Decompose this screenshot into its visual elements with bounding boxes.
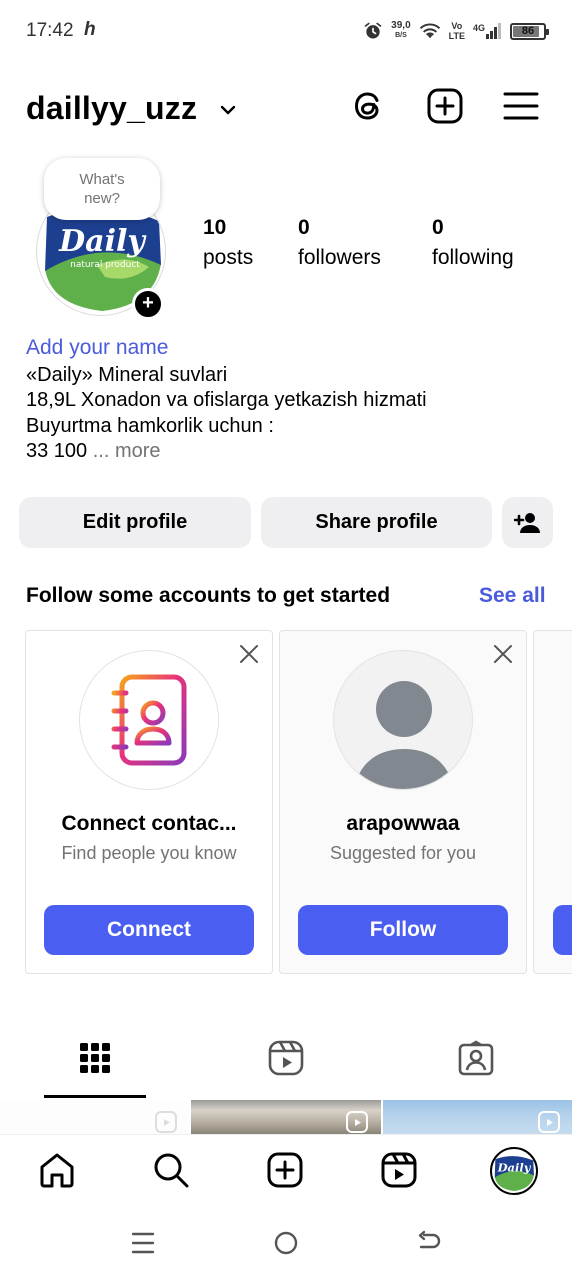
reels-icon — [268, 1040, 304, 1076]
tab-reels[interactable] — [235, 1030, 337, 1098]
contacts-avatar — [79, 650, 219, 790]
follow-button[interactable]: Follow — [298, 905, 508, 955]
suggestion-card-partial[interactable] — [533, 630, 572, 974]
contacts-book-icon — [111, 674, 187, 766]
default-avatar[interactable] — [333, 650, 473, 790]
net-speed-value: 39,0 — [391, 20, 411, 31]
status-app-icon: h — [84, 19, 96, 40]
bio-line-last: 33 100 ... more — [26, 439, 427, 464]
stat-following[interactable]: 0 following — [432, 216, 514, 270]
home-circle-icon[interactable] — [273, 1230, 299, 1256]
post-thumbnail[interactable] — [383, 1100, 572, 1134]
bio-line: «Daily» Mineral suvlari — [26, 364, 228, 386]
posts-grid — [0, 1100, 572, 1134]
bio-more-link[interactable]: ... more — [93, 440, 161, 462]
logo-title: Daily — [58, 224, 147, 259]
nav-search[interactable] — [150, 1149, 192, 1191]
nav-home[interactable] — [36, 1149, 78, 1191]
stat-posts[interactable]: 10 posts — [203, 216, 253, 270]
grid-icon — [80, 1043, 110, 1073]
tagged-icon — [458, 1040, 494, 1076]
bio: «Daily» Mineral suvlari 18,9L Xonadon va… — [26, 363, 427, 464]
card-subtitle: Suggested for you — [329, 843, 477, 863]
alarm-icon — [364, 22, 382, 39]
posts-count: 10 — [203, 216, 227, 239]
create-icon — [267, 1152, 303, 1188]
stat-followers[interactable]: 0 followers — [298, 216, 381, 270]
suggestion-card-connect: Connect contac... Find people you know C… — [25, 630, 273, 974]
create-icon[interactable] — [426, 87, 464, 125]
share-profile-button[interactable]: Share profile — [261, 497, 492, 548]
status-indicators: 39,0 B/S Vo LTE 4G 86 — [363, 16, 549, 46]
suggestion-card-user[interactable]: arapowwaa Suggested for you Follow — [279, 630, 527, 974]
bio-phone: 33 100 — [26, 439, 88, 462]
network-type: 4G — [472, 23, 485, 33]
logo-subtitle: natural product — [70, 260, 140, 270]
volte-bottom: LTE — [448, 31, 465, 41]
threads-icon[interactable] — [350, 87, 388, 125]
reels-icon — [381, 1152, 417, 1188]
note-bubble[interactable]: What's new? — [44, 158, 160, 220]
edit-profile-button[interactable]: Edit profile — [19, 497, 251, 548]
mini-logo-title: Daily — [497, 1160, 532, 1174]
username[interactable]: daillyy_uzz — [26, 90, 197, 127]
menu-icon[interactable] — [502, 87, 540, 125]
card-subtitle: Find people you know — [61, 843, 237, 863]
battery-icon: 86 — [510, 22, 549, 40]
following-label: following — [432, 246, 514, 269]
profile-mini-avatar: Daily — [493, 1150, 535, 1192]
back-icon[interactable] — [416, 1230, 442, 1256]
bio-line: 18,9L Xonadon va ofislarga yetkazish hiz… — [26, 389, 427, 412]
status-time: 17:42 — [26, 20, 74, 41]
profile-tabs — [0, 1030, 572, 1098]
battery-level: 86 — [521, 25, 535, 37]
tab-grid[interactable] — [44, 1030, 146, 1098]
volte-indicator: Vo LTE — [449, 21, 465, 41]
add-user-icon — [513, 512, 540, 533]
signal-indicator: 4G — [473, 23, 502, 39]
bio-line: Buyurtma hamkorlik uchun : — [26, 414, 274, 437]
profile-header: daillyy_uzz — [0, 80, 572, 140]
nav-profile-avatar[interactable]: Daily — [490, 1147, 538, 1195]
wifi-icon — [419, 23, 440, 39]
discover-people-button[interactable] — [502, 497, 553, 548]
default-person-icon — [354, 681, 454, 789]
reel-badge-icon — [538, 1111, 560, 1133]
close-icon[interactable] — [492, 643, 514, 665]
post-thumbnail[interactable] — [191, 1100, 381, 1134]
bottom-nav: Daily — [0, 1134, 572, 1204]
add-name-link[interactable]: Add your name — [26, 336, 168, 360]
followers-count: 0 — [298, 216, 310, 239]
chevron-down-icon[interactable] — [218, 100, 238, 120]
followers-label: followers — [298, 246, 381, 269]
recents-icon[interactable] — [130, 1230, 156, 1256]
nav-create[interactable] — [264, 1149, 306, 1191]
close-icon[interactable] — [238, 643, 260, 665]
home-icon — [40, 1153, 74, 1188]
following-count: 0 — [432, 216, 444, 239]
signal-icon — [486, 23, 501, 39]
net-speed: 39,0 B/S — [391, 21, 410, 41]
suggestions-title: Follow some accounts to get started — [26, 584, 391, 607]
net-speed-unit: B/S — [395, 32, 407, 39]
card-title: Connect contac... — [61, 812, 237, 835]
status-bar: 17:42 h 39,0 B/S Vo LTE 4G 86 — [0, 0, 572, 64]
nav-reels[interactable] — [378, 1149, 420, 1191]
search-icon — [154, 1153, 189, 1188]
posts-label: posts — [203, 246, 254, 269]
partial-follow-button[interactable] — [553, 905, 572, 955]
reel-badge-icon — [346, 1111, 368, 1133]
post-thumbnail[interactable] — [0, 1100, 190, 1134]
card-username[interactable]: arapowwaa — [280, 812, 526, 836]
see-all-link[interactable]: See all — [479, 584, 546, 608]
tab-tagged[interactable] — [425, 1030, 527, 1098]
add-story-icon[interactable]: + — [132, 288, 164, 320]
system-nav — [0, 1204, 572, 1280]
reel-badge-icon — [155, 1111, 177, 1133]
connect-button[interactable]: Connect — [44, 905, 254, 955]
volte-top: Vo — [451, 21, 463, 31]
